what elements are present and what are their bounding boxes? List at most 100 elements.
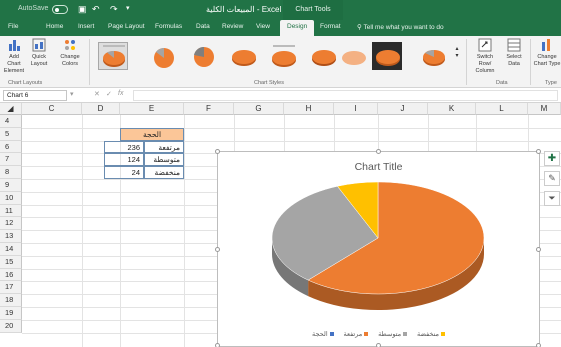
resize-handle[interactable] <box>536 343 541 347</box>
column-header[interactable]: I <box>334 103 378 115</box>
name-box[interactable]: Chart 6 <box>3 90 67 101</box>
legend-entry: الحجة <box>312 331 334 338</box>
chart-style-8[interactable] <box>372 42 402 70</box>
row-header[interactable]: 14 <box>0 243 22 256</box>
tab-design[interactable]: Design <box>280 20 315 36</box>
tab-file[interactable]: File <box>8 23 18 30</box>
cancel-icon[interactable]: ✕ <box>94 90 100 98</box>
column-header[interactable]: L <box>476 103 528 115</box>
table-value-cell[interactable]: 24 <box>104 166 144 179</box>
resize-handle[interactable] <box>376 149 381 154</box>
row-header[interactable]: 13 <box>0 230 22 243</box>
row-header[interactable]: 6 <box>0 140 22 154</box>
row-header[interactable]: 4 <box>0 115 22 128</box>
row-header[interactable]: 10 <box>0 191 22 205</box>
chart-style-3[interactable] <box>188 42 218 70</box>
tab-view[interactable]: View <box>256 23 270 30</box>
row-header[interactable]: 15 <box>0 255 22 269</box>
chart-filters-icon[interactable]: ⏷ <box>544 191 560 206</box>
chart-style-1[interactable] <box>98 42 128 70</box>
enter-icon[interactable]: ✓ <box>106 90 112 98</box>
tell-me-search[interactable]: ⚲ Tell me what you want to do <box>357 23 444 31</box>
row-header[interactable]: 20 <box>0 319 22 333</box>
quick-layout-button[interactable]: Quick Layout <box>28 38 50 68</box>
chart-styles-scroll-icon[interactable]: ▴ ▾ <box>452 46 462 60</box>
legend-entry: متوسطة <box>378 331 408 338</box>
chart-style-5-icon <box>272 45 296 67</box>
chart-elements-icon[interactable]: ✚ <box>544 151 560 166</box>
table-label-cell[interactable]: متوسطة <box>144 153 184 167</box>
save-icon[interactable]: ▣ <box>78 4 87 15</box>
select-all-corner[interactable]: ◢ <box>0 103 22 115</box>
table-header-cell[interactable]: الحجة <box>120 127 184 141</box>
legend-swatch <box>364 332 369 336</box>
chart-style-7[interactable] <box>338 42 368 70</box>
row-header[interactable]: 9 <box>0 179 22 192</box>
change-colors-button[interactable]: Change Colors <box>56 38 84 68</box>
switch-row-column-label: Switch Row/ Column <box>475 54 495 74</box>
column-header[interactable]: F <box>184 103 234 115</box>
pie-chart[interactable]: Chart Title منخفضة متوسطة مرتفعة الحجة <box>215 149 541 347</box>
chart-styles-brush-icon[interactable]: ✎ <box>544 171 560 186</box>
tab-review[interactable]: Review <box>222 23 243 30</box>
switch-row-column-button[interactable]: Switch Row/ Column <box>470 38 500 75</box>
change-chart-type-icon <box>542 39 550 51</box>
change-colors-icon <box>65 40 75 50</box>
tab-insert[interactable]: Insert <box>78 23 94 30</box>
customize-qat-icon[interactable]: ▾ <box>126 4 130 12</box>
column-header[interactable]: J <box>378 103 428 115</box>
row-header[interactable]: 17 <box>0 281 22 295</box>
row-header[interactable]: 18 <box>0 294 22 307</box>
table-value-cell[interactable]: 124 <box>104 153 144 167</box>
chart-style-1-icon <box>103 45 125 67</box>
column-header[interactable]: C <box>22 103 82 115</box>
autosave-toggle[interactable] <box>52 5 68 14</box>
row-header[interactable]: 8 <box>0 166 22 179</box>
chart-style-4[interactable] <box>228 42 258 70</box>
row-header[interactable]: 5 <box>0 127 22 141</box>
add-chart-element-button[interactable]: Add Chart Element <box>2 38 26 75</box>
column-header[interactable]: G <box>234 103 284 115</box>
change-chart-type-button[interactable]: Change Chart Type <box>533 38 561 68</box>
table-label-cell[interactable]: منخفضة <box>144 166 184 179</box>
row-header[interactable]: 12 <box>0 217 22 231</box>
row-header[interactable]: 16 <box>0 268 22 282</box>
resize-handle[interactable] <box>536 149 541 154</box>
pie-plot-area[interactable] <box>218 152 539 346</box>
document-title: المبيعات الكلية - Excel <box>206 5 282 14</box>
table-value-cell[interactable]: 236 <box>104 140 144 154</box>
chart-style-2[interactable] <box>148 42 178 70</box>
column-header[interactable]: E <box>120 103 184 115</box>
table-label-cell[interactable]: مرتفعة <box>144 140 184 154</box>
row-header[interactable]: 11 <box>0 204 22 218</box>
resize-handle[interactable] <box>215 343 220 347</box>
formula-input[interactable] <box>133 90 558 101</box>
name-box-dropdown-icon[interactable]: ▾ <box>70 90 74 98</box>
resize-handle[interactable] <box>215 247 220 252</box>
column-header[interactable]: D <box>82 103 120 115</box>
undo-icon[interactable]: ↶ <box>92 4 100 15</box>
column-header[interactable]: M <box>528 103 561 115</box>
insert-function-icon[interactable]: fx <box>118 90 123 97</box>
column-header[interactable]: K <box>428 103 476 115</box>
column-header[interactable]: H <box>284 103 334 115</box>
tab-formulas[interactable]: Formulas <box>155 23 182 30</box>
chart-style-6[interactable] <box>308 42 338 70</box>
redo-icon[interactable]: ↷ <box>110 4 118 15</box>
resize-handle[interactable] <box>215 149 220 154</box>
chart-style-9[interactable] <box>418 42 448 70</box>
row-header[interactable]: 7 <box>0 153 22 167</box>
tab-data[interactable]: Data <box>196 23 210 30</box>
select-data-button[interactable]: Select Data <box>504 38 524 68</box>
legend-swatch <box>441 332 446 336</box>
tab-home[interactable]: Home <box>46 23 63 30</box>
change-colors-label: Change Colors <box>60 54 80 67</box>
resize-handle[interactable] <box>536 247 541 252</box>
tab-page-layout[interactable]: Page Layout <box>108 23 145 30</box>
row-header[interactable]: 19 <box>0 307 22 320</box>
chart-style-5[interactable] <box>268 42 298 70</box>
tab-format[interactable]: Format <box>320 23 341 30</box>
title-bar: AutoSave ▣ ↶ ↷ ▾ المبيعات الكلية - Excel… <box>0 0 561 20</box>
resize-handle[interactable] <box>376 343 381 347</box>
chart-legend[interactable]: منخفضة متوسطة مرتفعة الحجة <box>218 330 539 338</box>
